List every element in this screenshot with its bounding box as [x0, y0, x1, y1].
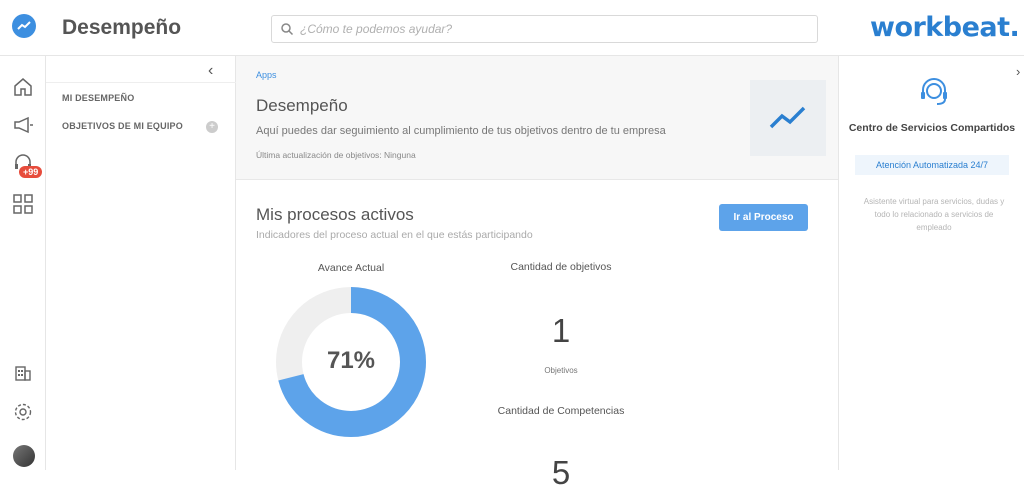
search-icon	[280, 22, 294, 36]
collapse-sidebar-chevron-icon[interactable]: ‹	[208, 62, 213, 80]
sidebar-item-objetivos-mi-equipo[interactable]: OBJETIVOS DE MI EQUIPO	[62, 121, 183, 131]
competencies-value: 5	[551, 454, 571, 491]
objectives-unit: Objetivos	[544, 366, 578, 375]
brand-dot: .	[1009, 12, 1020, 43]
progress-label: Avance Actual	[317, 262, 385, 274]
home-icon[interactable]	[11, 75, 35, 99]
automated-attention-chip[interactable]: Atención Automatizada 24/7	[855, 155, 1009, 175]
shared-services-panel: › Centro de Servicios Compartidos Atenci…	[838, 56, 1024, 470]
user-avatar[interactable]	[13, 445, 35, 467]
support-headset-icon	[921, 78, 947, 105]
hero-subtitle: Aquí puedes dar seguimiento al cumplimie…	[256, 125, 666, 137]
building-icon[interactable]	[11, 361, 35, 385]
progress-value: 71%	[326, 347, 376, 374]
competencies-label: Cantidad de Competencias	[497, 405, 625, 417]
panel-description: Asistente virtual para servicios, dudas …	[863, 197, 1005, 232]
brand-logo: workbeat.	[870, 12, 1020, 43]
section-subtitle: Indicadores del proceso actual en el que…	[256, 229, 533, 241]
objectives-label: Cantidad de objetivos	[510, 261, 612, 273]
search-input[interactable]	[300, 22, 817, 36]
objectives-value: 1	[551, 312, 571, 349]
brand-name: workbeat	[870, 12, 1010, 43]
section-title: Mis procesos activos	[256, 205, 414, 224]
apps-grid-icon[interactable]	[11, 192, 35, 216]
left-rail: +99	[0, 56, 46, 470]
search-bar[interactable]	[271, 15, 818, 43]
breadcrumb-apps[interactable]: Apps	[256, 70, 277, 80]
top-bar: Desempeño workbeat.	[0, 0, 1024, 56]
page-title: Desempeño	[62, 16, 182, 39]
app-logo-icon[interactable]	[12, 14, 36, 38]
section-sidebar: ‹ MI DESEMPEÑO OBJETIVOS DE MI EQUIPO +	[46, 56, 236, 470]
last-update-text: Última actualización de objetivos: Ningu…	[256, 150, 416, 160]
notifications-badge: +99	[19, 166, 43, 178]
sidebar-item-mi-desempeno[interactable]: MI DESEMPEÑO	[62, 93, 134, 103]
divider	[46, 82, 236, 83]
main-content: Apps Desempeño Aquí puedes dar seguimien…	[236, 56, 838, 491]
go-to-process-button[interactable]: Ir al Proceso	[719, 204, 808, 231]
app-header-banner: Apps Desempeño Aquí puedes dar seguimien…	[236, 56, 838, 180]
panel-title: Centro de Servicios Compartidos	[848, 122, 1016, 134]
collapse-panel-chevron-icon[interactable]: ›	[1016, 64, 1020, 79]
settings-gear-icon[interactable]	[11, 400, 35, 424]
hero-title: Desempeño	[256, 96, 348, 115]
performance-trend-icon	[750, 80, 826, 156]
expand-plus-icon[interactable]: +	[206, 121, 218, 133]
megaphone-icon[interactable]	[11, 113, 35, 137]
